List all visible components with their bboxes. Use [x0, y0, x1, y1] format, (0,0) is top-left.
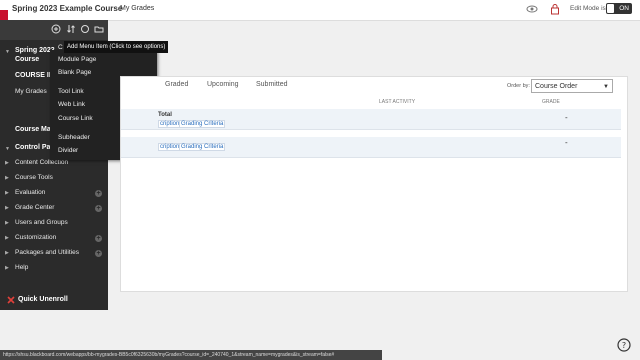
collapse-arrow-icon[interactable]: ▼ — [5, 49, 10, 55]
edit-mode-label: Edit Mode is: — [570, 5, 608, 12]
menu-item-divider[interactable]: Divider — [58, 147, 78, 154]
tab-graded[interactable]: Graded — [165, 81, 188, 88]
order-by-value: Course Order — [535, 83, 578, 90]
expand-arrow-icon[interactable]: ▶ — [5, 190, 9, 196]
menu-item-blank-page[interactable]: Blank Page — [58, 69, 91, 76]
x-icon — [7, 296, 15, 304]
expand-arrow-icon[interactable]: ▶ — [5, 250, 9, 256]
row-title[interactable]: Total — [158, 112, 172, 118]
my-grades-link[interactable]: My Grades — [15, 88, 47, 95]
svg-text:?: ? — [622, 341, 626, 350]
help-icon[interactable]: ? — [617, 338, 631, 352]
browser-status-bar: https://shsu.blackboard.com/webapps/bb-m… — [0, 350, 382, 360]
sidebar-item-grade-center[interactable]: Grade Center — [15, 204, 54, 211]
control-panel-heading[interactable]: Control Pa — [15, 144, 50, 151]
sidebar-item-packages-and-utilities[interactable]: Packages and Utilities — [15, 249, 79, 256]
menu-item-module-page[interactable]: Module Page — [58, 56, 96, 63]
plus-icon[interactable]: + — [95, 190, 102, 197]
menu-item-course-link[interactable]: Course Link — [58, 115, 93, 122]
breadcrumb: My Grades — [120, 5, 155, 12]
sidebar-item-customization[interactable]: Customization — [15, 234, 56, 241]
order-by-select[interactable]: Course Order ▼ — [531, 79, 613, 93]
course-name-line1[interactable]: Spring 2023 — [15, 47, 55, 54]
grading-criteria-link[interactable]: Grading Criteria — [179, 120, 226, 128]
chevron-down-icon: ▼ — [603, 84, 609, 90]
description-link[interactable]: cription — [158, 143, 182, 151]
course-information-link[interactable]: COURSE IN — [15, 72, 54, 79]
collapse-arrow-icon[interactable]: ▼ — [5, 146, 10, 152]
menu-item-web-link[interactable]: Web Link — [58, 101, 85, 108]
expand-arrow-icon[interactable]: ▶ — [5, 205, 9, 211]
edit-mode-toggle[interactable]: ON — [606, 3, 632, 14]
expand-arrow-icon[interactable]: ▶ — [5, 220, 9, 226]
menu-item-tool-link[interactable]: Tool Link — [58, 88, 84, 95]
expand-arrow-icon[interactable]: ▶ — [5, 235, 9, 241]
sidebar-item-course-tools[interactable]: Course Tools — [15, 174, 53, 181]
menu-item-subheader[interactable]: Subheader — [58, 134, 90, 141]
grade-value: - — [565, 138, 568, 147]
column-last-activity: LAST ACTIVITY — [379, 99, 416, 105]
folder-view-icon[interactable] — [94, 24, 104, 34]
toggle-knob — [607, 4, 614, 13]
sidebar-item-content-collection[interactable]: Content Collection — [15, 159, 68, 166]
expand-arrow-icon[interactable]: ▶ — [5, 175, 9, 181]
edit-mode-state: ON — [619, 5, 629, 12]
quick-unenroll-label: Quick Unenroll — [18, 296, 68, 303]
plus-icon[interactable]: + — [95, 205, 102, 212]
course-title[interactable]: Spring 2023 Example Course — [12, 4, 122, 13]
add-menu-item-icon[interactable] — [51, 24, 61, 34]
plus-icon[interactable]: + — [95, 250, 102, 257]
course-management-heading: Course Ma — [15, 126, 51, 133]
reorder-icon[interactable] — [66, 24, 76, 34]
sidebar-item-users-and-groups[interactable]: Users and Groups — [15, 219, 68, 226]
expand-arrow-icon[interactable]: ▶ — [5, 265, 9, 271]
plus-icon[interactable]: + — [95, 235, 102, 242]
sidebar-item-evaluation[interactable]: Evaluation — [15, 189, 45, 196]
student-preview-icon[interactable] — [526, 3, 538, 15]
grading-criteria-link[interactable]: Grading Criteria — [179, 143, 226, 151]
grade-value: - — [565, 113, 568, 122]
lock-icon[interactable] — [549, 3, 561, 15]
sidebar-item-help[interactable]: Help — [15, 264, 28, 271]
tab-upcoming[interactable]: Upcoming — [207, 81, 239, 88]
course-name-line2[interactable]: Course — [15, 56, 39, 63]
description-link[interactable]: cription — [158, 120, 182, 128]
tooltip: Add Menu Item (Click to see options) — [64, 41, 168, 53]
course-menu-toolbar — [0, 20, 108, 40]
table-row: cription Grading Criteria - — [121, 137, 621, 158]
my-grades-panel: Graded Upcoming Submitted Order by: Cour… — [120, 76, 628, 292]
top-bar: Spring 2023 Example Course My Grades Edi… — [0, 0, 640, 21]
order-by-label: Order by: — [507, 83, 530, 89]
expand-arrow-icon[interactable]: ▶ — [5, 160, 9, 166]
refresh-icon[interactable] — [80, 24, 90, 34]
tab-submitted[interactable]: Submitted — [256, 81, 288, 88]
menu-item-partial[interactable]: C — [58, 44, 63, 51]
column-grade: GRADE — [542, 99, 560, 105]
table-row: Total cription Grading Criteria - — [121, 109, 621, 130]
